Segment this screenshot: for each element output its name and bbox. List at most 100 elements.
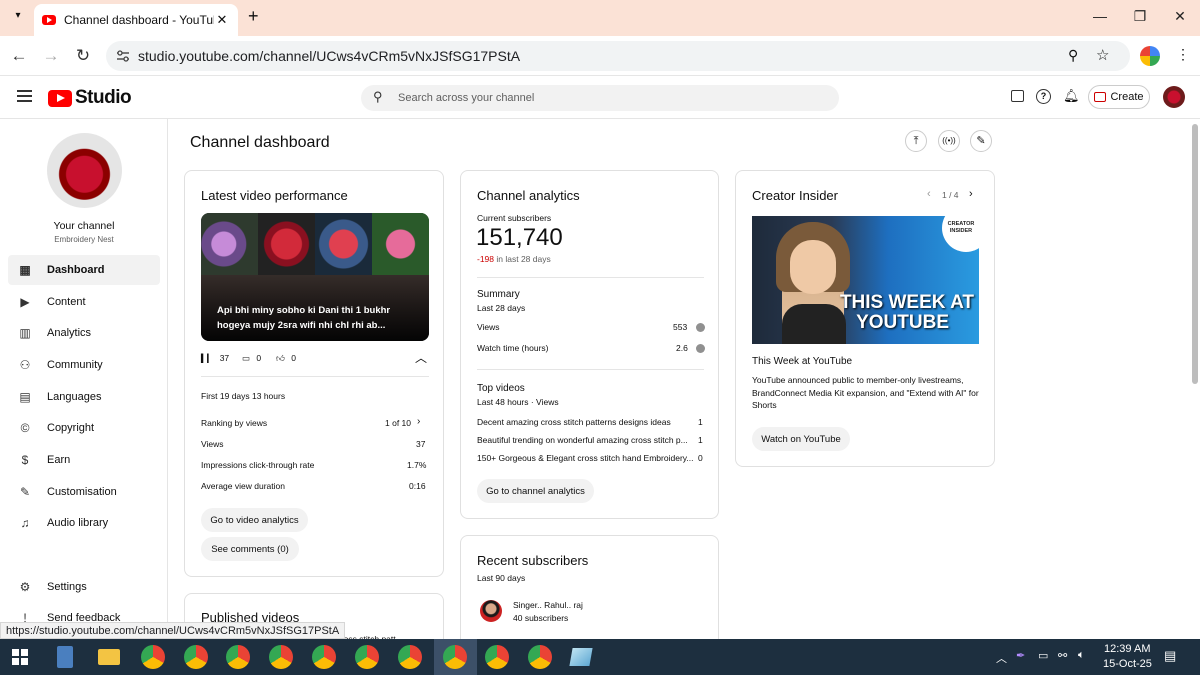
sidebar-item-copyright[interactable]: © Copyright [8, 413, 160, 443]
restore-icon[interactable]: ❐ [1120, 8, 1160, 25]
omnibox[interactable]: studio.youtube.com/channel/UCws4vCRm5vNx… [106, 41, 1130, 71]
chrome-profile-icon[interactable] [269, 645, 293, 669]
sidebar-item-settings[interactable]: ⚙ Settings [8, 572, 160, 602]
chrome-profile-icon[interactable] [485, 645, 509, 669]
site-settings-icon[interactable] [116, 49, 130, 63]
reload-icon[interactable]: ↻ [72, 45, 94, 67]
chrome-profile-icon[interactable] [226, 645, 250, 669]
go-live-icon[interactable]: ((•)) [938, 130, 960, 152]
sidebar-item-audio-library[interactable]: ♫ Audio library [8, 508, 160, 538]
go-to-video-analytics-button[interactable]: Go to video analytics [201, 508, 308, 532]
clock-time[interactable]: 12:39 AM [1104, 643, 1150, 655]
sidebar: Your channel Embroidery Nest ▦ Dashboard… [0, 119, 168, 639]
sidebar-item-analytics[interactable]: ▥ Analytics [8, 318, 160, 348]
chrome-profile-icon[interactable] [355, 645, 379, 669]
divider [477, 277, 704, 278]
insider-thumbnail[interactable]: CREATOR INSIDER THIS WEEK AT YOUTUBE [752, 216, 979, 344]
chrome-profile-icon[interactable] [528, 645, 552, 669]
sidebar-item-community[interactable]: ⚇ Community [8, 350, 160, 380]
battery-icon[interactable]: ▭ [1038, 649, 1048, 662]
app-icon[interactable] [569, 648, 593, 666]
close-window-icon[interactable]: ✕ [1160, 8, 1200, 25]
info-icon[interactable] [695, 323, 705, 333]
top-video-title[interactable]: Decent amazing cross stitch patterns des… [477, 417, 687, 427]
sidebar-item-customisation[interactable]: ✎ Customisation [8, 477, 160, 507]
sidebar-item-languages[interactable]: ▤ Languages [8, 382, 160, 412]
subscriber-count-small: 40 subscribers [513, 613, 569, 623]
channel-avatar[interactable] [47, 133, 122, 208]
studio-logo[interactable]: Studio [48, 87, 132, 109]
minimize-icon[interactable]: — [1080, 8, 1120, 24]
chrome-icon[interactable] [141, 645, 165, 669]
recent-subscribers-card: Recent subscribers Last 90 days Singer..… [460, 535, 719, 655]
volume-icon[interactable]: 🔈︎ [1078, 649, 1085, 662]
youtube-favicon-icon [42, 15, 56, 25]
stat-label: Views [201, 439, 224, 449]
top-video-title[interactable]: 150+ Gorgeous & Elegant cross stitch han… [477, 453, 695, 463]
views-stat-icon: ▍▎ [201, 354, 214, 363]
help-icon[interactable]: ? [1036, 89, 1051, 104]
chrome-profile-icon[interactable] [312, 645, 336, 669]
current-subscribers-label: Current subscribers [477, 213, 552, 223]
notifications-icon[interactable]: 🔔︎ [1063, 88, 1080, 104]
sidebar-item-dashboard[interactable]: ▦ Dashboard [8, 255, 160, 285]
bookmark-star-icon[interactable]: ☆ [1096, 46, 1109, 64]
sidebar-item-label: Languages [47, 391, 102, 403]
browser-menu-icon[interactable]: ⋮ [1176, 46, 1190, 63]
search-input[interactable]: ⚲ Search across your channel [361, 85, 839, 111]
sidebar-item-content[interactable]: ▶ Content [8, 287, 160, 317]
info-icon[interactable] [696, 344, 706, 354]
chrome-active-icon[interactable] [443, 645, 467, 669]
sidebar-item-earn[interactable]: $ Earn [8, 445, 160, 475]
create-button[interactable]: Create [1088, 85, 1150, 109]
youtube-logo-icon [48, 89, 72, 107]
sidebar-item-label: Content [47, 296, 86, 308]
watch-on-youtube-button[interactable]: Watch on YouTube [752, 427, 850, 451]
browser-tab[interactable]: Channel dashboard - YouTube ✕ [34, 4, 238, 36]
subscriber-count: 151,740 [476, 224, 563, 251]
chrome-profile-icon[interactable] [184, 645, 208, 669]
show-hidden-icons[interactable]: ︿ [996, 650, 1007, 666]
notification-center-icon[interactable]: ▤ [1164, 648, 1176, 664]
account-avatar[interactable] [1163, 86, 1185, 108]
chrome-profile-icon[interactable] [398, 645, 422, 669]
go-to-channel-analytics-button[interactable]: Go to channel analytics [477, 479, 594, 503]
latest-video-card: Latest video performance Api bhi miny so… [184, 170, 444, 577]
calculator-icon[interactable] [57, 646, 73, 668]
messages-icon[interactable] [1011, 90, 1024, 102]
file-explorer-icon[interactable] [98, 649, 120, 665]
next-icon[interactable]: › [969, 188, 973, 200]
prev-icon[interactable]: ‹ [927, 188, 931, 200]
page-scrollbar[interactable] [1192, 124, 1198, 384]
create-post-icon[interactable]: ✎ [970, 130, 992, 152]
top-video-views: 1 [698, 435, 703, 445]
upload-icon[interactable]: ⤒ [905, 130, 927, 152]
forward-icon[interactable]: → [40, 45, 62, 67]
windows-start-icon[interactable] [12, 649, 28, 665]
subscriber-name[interactable]: Singer.. Rahul.. raj [513, 600, 583, 610]
copyright-icon: © [20, 421, 30, 435]
sidebar-item-label: Customisation [47, 486, 117, 498]
tab-search-icon[interactable]: ▾ [10, 10, 26, 26]
comments-stat-value: 0 [256, 353, 262, 363]
back-icon[interactable]: ← [8, 45, 30, 67]
clock-date[interactable]: 15-Oct-25 [1103, 658, 1152, 670]
see-comments-button[interactable]: See comments (0) [201, 537, 299, 561]
close-tab-icon[interactable]: ✕ [214, 12, 230, 28]
pen-icon[interactable]: ✒ [1016, 649, 1025, 662]
new-tab-button[interactable]: + [248, 6, 259, 27]
top-video-title[interactable]: Beautiful trending on wonderful amazing … [477, 435, 692, 445]
chevron-right-icon[interactable]: › [417, 416, 420, 427]
stat-label: Impressions click-through rate [201, 460, 315, 470]
video-thumbnail[interactable]: Api bhi miny sobho ki Dani thi 1 bukhr h… [201, 213, 429, 341]
profile-avatar-icon[interactable] [1140, 46, 1160, 66]
collapse-chevron-icon[interactable]: ︿ [415, 349, 427, 366]
network-icon[interactable]: ⚯ [1058, 649, 1067, 662]
zoom-icon[interactable]: ⚲ [1068, 47, 1078, 64]
search-placeholder: Search across your channel [398, 92, 535, 104]
divider [201, 376, 429, 377]
summary-value-text: 2.6 [676, 343, 688, 353]
subscriber-avatar[interactable] [480, 600, 502, 622]
hamburger-menu-icon[interactable] [17, 90, 32, 102]
sidebar-item-label: Settings [47, 581, 87, 593]
